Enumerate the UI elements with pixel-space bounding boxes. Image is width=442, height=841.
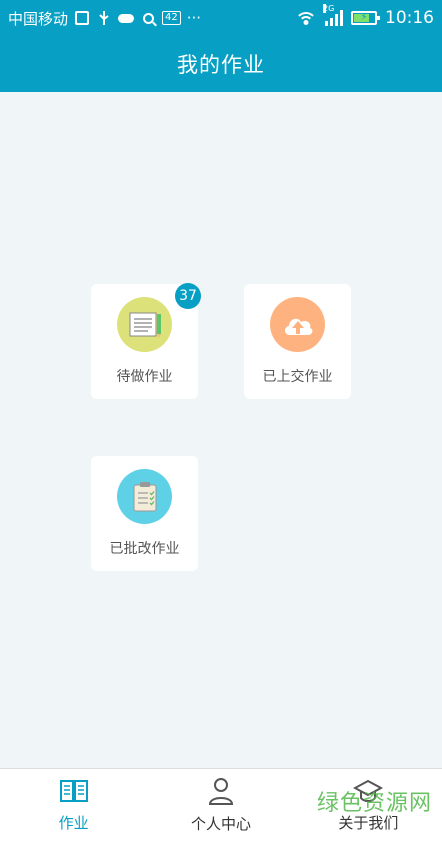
- nav-about-label: 关于我们: [338, 813, 399, 832]
- more-notifications: ···: [186, 9, 202, 27]
- carrier-label: 中国移动: [8, 9, 69, 28]
- image-icon: [74, 10, 90, 26]
- pending-count-badge: 37: [175, 283, 201, 309]
- graded-homework-label: 已批改作业: [109, 541, 180, 557]
- cloud-icon: [118, 10, 135, 26]
- person-icon: [208, 777, 234, 809]
- signal-type: 2G: [323, 4, 335, 13]
- app-header: 我的作业: [0, 36, 442, 92]
- nav-profile[interactable]: 个人中心: [147, 769, 294, 841]
- submitted-homework-label: 已上交作业: [262, 369, 333, 385]
- nav-profile-label: 个人中心: [190, 814, 251, 833]
- signal-icon: 2G: [323, 4, 343, 26]
- notebook-icon: [117, 297, 172, 352]
- status-bar: 中国移动 42 ··· 2G ⚡ 10:16: [0, 0, 442, 36]
- graded-homework-card[interactable]: 已批改作业: [91, 456, 198, 571]
- nav-homework[interactable]: 作业: [0, 769, 147, 841]
- graduation-cap-icon: [353, 778, 384, 808]
- clipboard-icon: [117, 469, 172, 524]
- book-icon: [59, 778, 89, 808]
- usb-icon: [96, 10, 112, 26]
- page-title: 我的作业: [177, 53, 265, 77]
- bottom-navigation: 作业 个人中心 关于我们: [0, 768, 442, 841]
- search-icon: [140, 10, 156, 26]
- pending-homework-label: 待做作业: [116, 369, 173, 385]
- pending-homework-card[interactable]: 待做作业 37: [91, 283, 201, 399]
- wifi-icon: [295, 10, 317, 26]
- cloud-upload-icon: [270, 297, 325, 352]
- battery-charging-icon: ⚡: [351, 11, 380, 25]
- status-time: 10:16: [385, 8, 434, 28]
- nav-about[interactable]: 关于我们: [295, 769, 442, 841]
- submitted-homework-card[interactable]: 已上交作业: [244, 284, 351, 399]
- nav-homework-label: 作业: [58, 813, 89, 832]
- network-badge: 42: [162, 11, 181, 25]
